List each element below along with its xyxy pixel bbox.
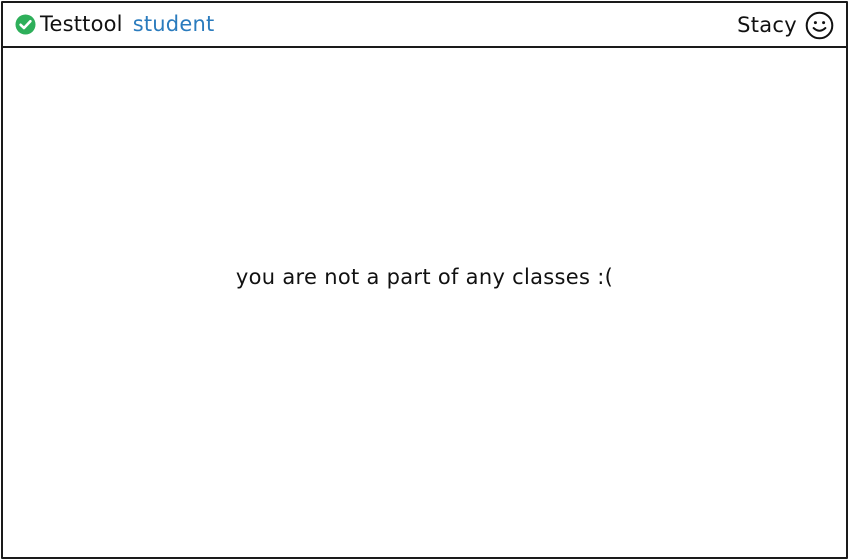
user-name: Stacy bbox=[737, 13, 797, 37]
app-window: Testtool student Stacy you are not a par… bbox=[1, 1, 848, 559]
smiley-face-icon bbox=[805, 11, 834, 40]
empty-state-message: you are not a part of any classes :( bbox=[235, 265, 614, 289]
role-label: student bbox=[132, 12, 215, 36]
check-circle-icon bbox=[15, 14, 36, 35]
app-name: Testtool bbox=[40, 12, 123, 36]
user-menu[interactable]: Stacy bbox=[737, 10, 834, 40]
top-bar: Testtool student Stacy bbox=[3, 3, 846, 48]
brand[interactable]: Testtool student bbox=[15, 11, 214, 37]
